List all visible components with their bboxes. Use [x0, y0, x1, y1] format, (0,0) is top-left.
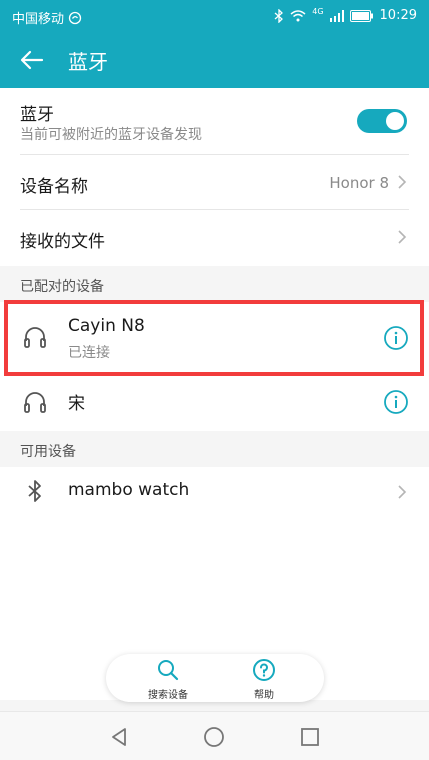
- chevron-right-icon: [398, 230, 407, 244]
- switch-knob: [386, 112, 404, 130]
- home-circle-icon[interactable]: [203, 726, 225, 748]
- info-icon[interactable]: [383, 389, 409, 415]
- paired-devices-title: 已配对的设备: [20, 279, 104, 295]
- bluetooth-status-icon: [274, 8, 284, 23]
- paired-device-row[interactable]: 宋: [0, 375, 429, 431]
- chevron-right-icon: [398, 485, 407, 499]
- navigation-bar: [0, 711, 429, 760]
- signal-icon: [329, 9, 344, 22]
- device-name-value: Honor 8: [329, 174, 389, 192]
- bluetooth-toggle-row[interactable]: 蓝牙 当前可被附近的蓝牙设备发现: [0, 88, 429, 154]
- received-files-row[interactable]: 接收的文件: [0, 210, 429, 264]
- available-devices-header: 可用设备: [0, 431, 429, 467]
- paired-devices-header: 已配对的设备: [0, 266, 429, 302]
- available-devices-title: 可用设备: [20, 444, 76, 460]
- bluetooth-title: 蓝牙: [20, 105, 54, 125]
- available-device-row[interactable]: mambo watch: [0, 467, 429, 517]
- chevron-right-icon: [398, 175, 407, 189]
- recents-square-icon[interactable]: [299, 726, 321, 748]
- wifi-icon: [290, 9, 306, 21]
- battery-icon: [349, 9, 373, 22]
- bottom-action-bar: 搜索设备 帮助: [106, 654, 324, 702]
- hd-call-icon: [68, 11, 82, 24]
- received-files-label: 接收的文件: [20, 232, 105, 252]
- help-button[interactable]: 帮助: [224, 658, 304, 701]
- highlight-box: [4, 300, 424, 376]
- carrier-label: 中国移动: [12, 12, 65, 27]
- clock: 10:29: [379, 8, 417, 23]
- bluetooth-icon: [28, 480, 41, 502]
- back-arrow-icon[interactable]: [18, 46, 46, 74]
- headphones-icon: [24, 392, 46, 413]
- device-name: 宋: [68, 394, 85, 414]
- search-devices-button[interactable]: 搜索设备: [128, 658, 208, 701]
- status-bar: 中国移动 4G 10:29: [0, 0, 429, 32]
- page-title: 蓝牙: [68, 50, 108, 74]
- device-name-row[interactable]: 设备名称 Honor 8: [0, 155, 429, 209]
- device-name-label: 设备名称: [20, 177, 88, 197]
- device-name: mambo watch: [68, 480, 190, 500]
- help-icon: [253, 659, 275, 681]
- app-bar: 蓝牙: [0, 32, 429, 88]
- network-type: 4G: [312, 7, 324, 16]
- back-triangle-icon[interactable]: [108, 726, 130, 748]
- search-icon: [158, 660, 179, 681]
- bluetooth-subtitle: 当前可被附近的蓝牙设备发现: [20, 127, 202, 143]
- bluetooth-switch[interactable]: [357, 109, 407, 133]
- settings-content: 蓝牙 当前可被附近的蓝牙设备发现 设备名称 Honor 8 接收的文件 已配对的…: [0, 88, 429, 700]
- search-devices-label: 搜索设备: [148, 690, 188, 701]
- help-label: 帮助: [254, 690, 274, 701]
